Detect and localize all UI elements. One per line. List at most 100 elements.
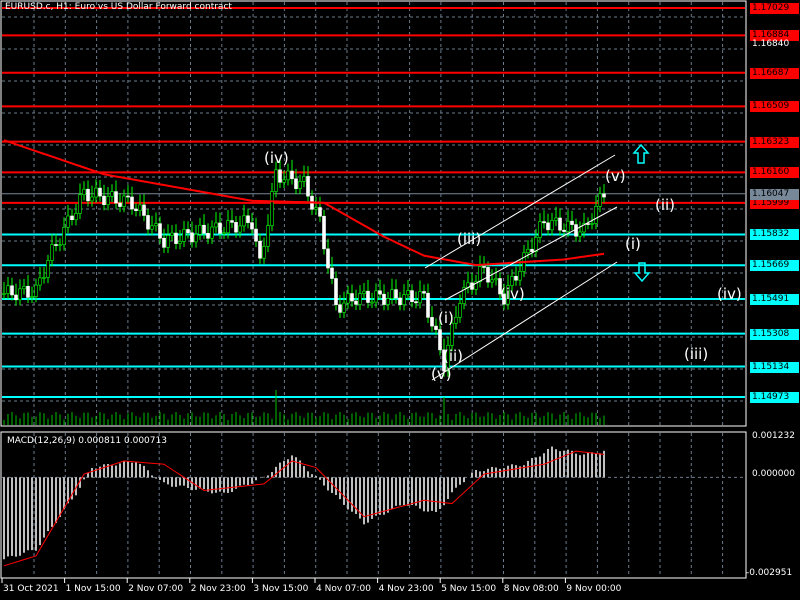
candle-body <box>238 225 242 233</box>
price-scale-tick: 1.16840 <box>752 38 790 49</box>
candle-body <box>526 248 530 254</box>
candle-body <box>38 277 42 286</box>
candle-body <box>258 240 262 259</box>
candle-body <box>378 290 382 295</box>
wave-label: (ii) <box>655 196 676 214</box>
level-price-label: 1.15308 <box>750 328 799 340</box>
candle-body <box>294 178 298 189</box>
channel-line <box>444 206 618 301</box>
time-axis-label: 3 Nov 15:00 <box>253 584 309 594</box>
arrow-up-icon <box>632 143 650 164</box>
macd-label: MACD(12,26,9) 0.000811 0.000713 <box>7 436 167 446</box>
candle-body <box>354 300 358 305</box>
candle-body <box>342 302 346 313</box>
current-price-label: 1.16047 <box>750 188 799 200</box>
candle-body <box>194 233 198 243</box>
wave-label: (iii) <box>684 345 709 363</box>
candle-body <box>574 224 578 237</box>
candle-body <box>106 196 110 206</box>
candle-body <box>142 204 146 216</box>
wave-label: (iii) <box>457 230 482 248</box>
candle-body <box>186 229 190 234</box>
candle-body <box>218 222 222 234</box>
main-frame <box>0 0 747 427</box>
candle-body <box>2 293 6 295</box>
candle-body <box>82 188 86 196</box>
candle-body <box>426 292 430 318</box>
candle-body <box>118 202 122 207</box>
candle-body <box>390 289 394 299</box>
candle-body <box>50 244 54 261</box>
candle-body <box>234 222 238 233</box>
candle-body <box>318 207 322 217</box>
macd-max-label: 0.001232 <box>752 431 795 441</box>
candle-body <box>242 215 246 227</box>
candle-body <box>350 293 354 302</box>
candle-body <box>270 191 274 226</box>
candle-body <box>322 215 326 250</box>
candle-body <box>130 196 134 210</box>
candle-body <box>54 244 58 246</box>
candle-body <box>430 317 434 327</box>
candle-body <box>162 237 166 248</box>
candle-body <box>490 279 494 283</box>
candle-body <box>542 221 546 224</box>
candle-body <box>494 278 498 281</box>
candle-body <box>274 169 278 192</box>
level-price-label: 1.16509 <box>750 101 799 113</box>
candle-body <box>122 195 126 207</box>
price-chart[interactable] <box>0 0 800 600</box>
candle-body <box>10 285 14 296</box>
candle-body <box>550 220 554 231</box>
candle-body <box>554 217 558 221</box>
candle-body <box>150 225 154 230</box>
candle-body <box>206 232 210 239</box>
candle-body <box>126 195 130 198</box>
candle-body <box>314 207 318 210</box>
candle-body <box>326 248 330 269</box>
candle-body <box>138 204 142 211</box>
candle-body <box>226 220 230 234</box>
candle-body <box>174 232 178 244</box>
wave-label: (ii) <box>443 347 464 365</box>
candle-body <box>418 291 422 304</box>
candle-body <box>158 223 162 239</box>
candle-body <box>602 193 606 198</box>
candle-body <box>594 206 598 224</box>
candle-body <box>386 298 390 305</box>
candle-body <box>110 191 114 197</box>
macd-frame <box>0 431 747 579</box>
wave-label: (iv) <box>500 285 525 303</box>
candle-body <box>266 225 270 247</box>
candle-body <box>558 217 562 231</box>
candle-body <box>402 294 406 305</box>
candle-body <box>262 246 266 259</box>
candle-body <box>546 222 550 231</box>
candle-body <box>422 291 426 294</box>
candle-body <box>370 301 374 304</box>
wave-label: (i) <box>438 309 454 327</box>
candle-body <box>58 244 62 247</box>
candle-body <box>102 195 106 206</box>
candle-body <box>478 266 482 283</box>
candle-body <box>78 194 82 214</box>
candle-body <box>566 220 570 232</box>
candle-body <box>166 235 170 248</box>
time-axis-label: 4 Nov 23:00 <box>378 584 434 594</box>
candle-body <box>578 231 582 237</box>
candle-body <box>406 290 410 295</box>
candle-body <box>518 271 522 281</box>
candle-body <box>74 213 78 221</box>
candle-body <box>182 229 186 242</box>
candle-body <box>6 285 10 294</box>
candle-body <box>438 329 442 351</box>
candle-body <box>598 193 602 207</box>
macd-zero-label: 0.000000 <box>752 469 795 479</box>
level-price-label: 1.15491 <box>750 293 799 305</box>
candle-body <box>34 284 38 297</box>
candle-body <box>562 229 566 232</box>
trading-chart-window[interactable]: EURUSD.c, H1: Euro vs US Dollar Forward … <box>0 0 800 600</box>
candle-body <box>362 290 366 294</box>
candle-body <box>146 215 150 230</box>
candle-body <box>134 208 138 211</box>
